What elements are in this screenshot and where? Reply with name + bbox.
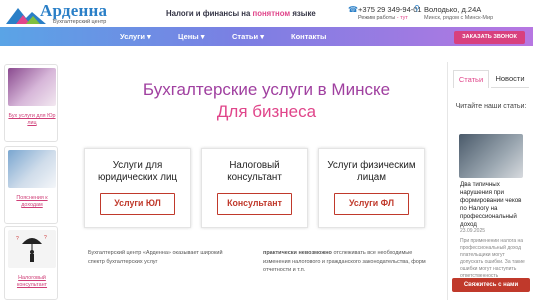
sidebar-card-label[interactable]: Налоговый консультант [7,275,57,289]
tab-articles[interactable]: Статьи [453,70,489,88]
service-heading: Услуги для юридических лиц [97,160,178,183]
documents-thumbnail [8,150,56,188]
brand-name: Арденна [40,1,108,20]
nav-item-prices[interactable]: Цены ▾ [178,32,205,41]
service-button-consultant[interactable]: Консультант [217,193,292,215]
articles-heading: Читайте наши статьи: [455,103,527,110]
umbrella-icon: ? ? [16,235,47,262]
svg-text:?: ? [44,235,47,241]
address: Володько, д.24А [424,5,482,14]
article-date: 23.09.2025 [460,228,486,234]
umbrella-figure-thumbnail: ? ? [8,230,56,268]
address-subtitle: Минск, рядом с Минск-Мир [424,15,494,21]
sidebar-card-income[interactable]: Пояснения к доходам [4,146,58,224]
logo[interactable]: Арденна Бухгалтерский центр [6,1,146,25]
nav-item-articles[interactable]: Статьи ▾ [232,32,264,41]
article-excerpt: При применении налога на профессиональны… [460,238,525,279]
sidebar-divider [447,62,448,300]
contact-us-button[interactable]: Свяжитесь с нами [452,278,530,292]
articles-panel: Статьи Новости Читайте наши статьи: Два … [453,70,529,300]
article-thumbnail[interactable] [459,134,523,178]
service-heading: Налоговый консультант [227,160,282,183]
service-card-consultant: Налоговый консультант Консультант [201,148,308,228]
tagline: Налоги и финансы на понятном языке [166,9,316,18]
order-call-button[interactable]: ЗАКАЗАТЬ ЗВОНОК [454,31,525,44]
nav-item-contacts[interactable]: Контакты [291,32,326,41]
service-card-individuals: Услуги физическим лицам Услуги ФЛ [318,148,425,228]
site-header: Арденна Бухгалтерский центр Налоги и фин… [0,0,533,26]
sidebar-card-consultant[interactable]: ? ? Налоговый консультант [4,226,58,300]
service-button-individuals[interactable]: Услуги ФЛ [334,193,409,215]
service-heading: Услуги физическим лицам [327,160,416,183]
working-hours: Режим работы - тут [358,15,408,21]
tab-news[interactable]: Новости [491,70,529,88]
brand-subtitle: Бухгалтерский центр [53,19,107,25]
location-pin-icon: ⚲ [414,4,420,13]
nav-item-services[interactable]: Услуги ▾ [120,32,151,41]
service-button-legal[interactable]: Услуги ЮЛ [100,193,175,215]
phone-icon: ☎ [348,5,358,14]
phone-number[interactable]: +375 29 349-94-01 [358,5,422,14]
intro-text-left: Бухгалтерский центр «Арденна» оказывает … [88,250,223,265]
article-title-link[interactable]: Два типичных нарушения при формировании … [460,181,526,229]
service-card-legal: Услуги для юридических лиц Услуги ЮЛ [84,148,191,228]
sidebar-card-label[interactable]: Пояснения к доходам [7,195,57,209]
svg-text:?: ? [16,236,19,242]
intro-text-right: практически невозможно отслеживать все н… [263,250,426,273]
